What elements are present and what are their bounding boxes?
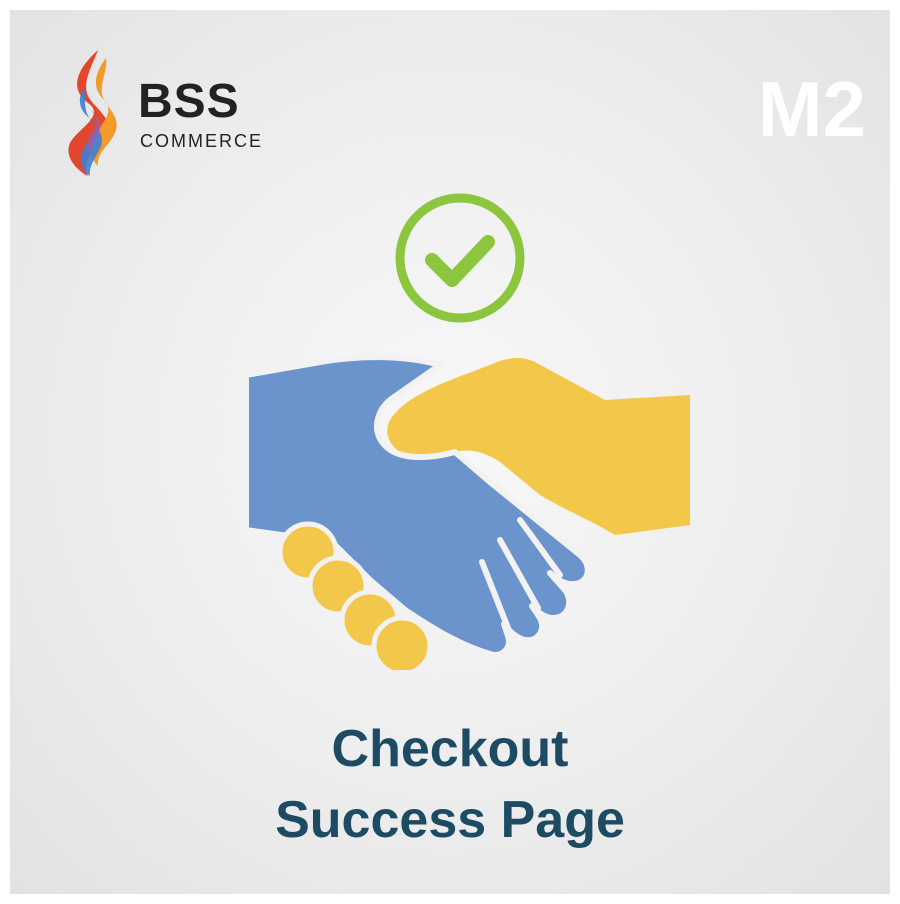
product-title-line1: Checkout [331,720,569,778]
product-title-line2: Success Page [275,791,625,849]
version-badge: M2 [757,65,866,153]
product-card: BSS COMMERCE M2 Checkout Success Page [10,10,890,894]
handshake-illustration [243,193,690,670]
handshake-icon [243,354,690,670]
flame-logo-icon [68,50,117,176]
brand-subtitle: COMMERCE [140,131,263,151]
brand-name: BSS [138,75,240,128]
checkmark-circle-icon [395,193,525,323]
bss-commerce-logo: BSS COMMERCE [58,48,288,178]
